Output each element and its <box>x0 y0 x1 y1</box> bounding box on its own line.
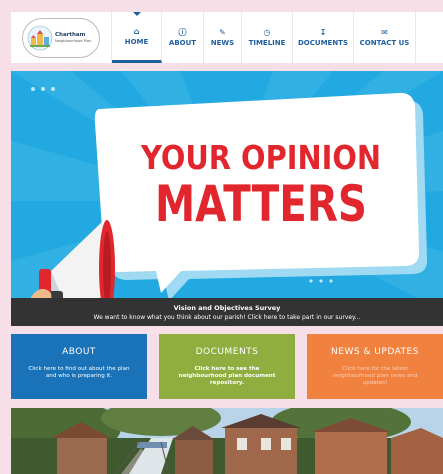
logo-name: Chartham <box>55 31 86 38</box>
site-logo-link[interactable]: Chartham Neighbourhood Plan <box>11 12 112 63</box>
tile-title: NEWS & UPDATES <box>331 347 419 357</box>
nav-label: HOME <box>124 37 149 46</box>
nav-timeline[interactable]: ◷ TIMELINE <box>242 12 293 63</box>
tile-title: ABOUT <box>62 347 96 357</box>
tile-title: DOCUMENTS <box>195 347 259 357</box>
your-opinion-matters-illustration: YOUR OPINION MATTERS <box>11 71 443 322</box>
tile-description: Click here to find out about the plan an… <box>28 366 130 379</box>
headline-line-2: MATTERS <box>155 175 367 233</box>
village-photo <box>11 408 443 474</box>
nav-home[interactable]: ⌂ HOME <box>112 12 162 63</box>
logo-subtitle: Neighbourhood Plan <box>55 38 92 43</box>
envelope-icon: ✉ <box>381 28 388 37</box>
tile-description: Click here to see the neighbourhood plan… <box>178 366 276 386</box>
info-icon: ⓘ <box>178 28 187 37</box>
site-header: Chartham Neighbourhood Plan ⌂ HOME ⓘ ABO… <box>11 12 443 63</box>
site-logo: Chartham Neighbourhood Plan <box>22 17 100 58</box>
nav-about[interactable]: ⓘ ABOUT <box>162 12 204 63</box>
hero-banner[interactable]: YOUR OPINION MATTERS <box>11 71 443 326</box>
nav-label: TIMELINE <box>248 39 286 47</box>
headline-line-1: YOUR OPINION <box>140 138 381 177</box>
nav-contact-us[interactable]: ✉ CONTACT US <box>354 12 416 63</box>
news-updates-tile[interactable]: NEWS & UPDATES Click here for the latest… <box>307 334 443 399</box>
hero-caption-bar[interactable] <box>11 298 443 326</box>
download-icon: ↧ <box>319 28 327 37</box>
clock-icon: ◷ <box>263 28 271 37</box>
nav-label: ABOUT <box>168 39 197 47</box>
nav-label: CONTACT US <box>359 39 410 47</box>
village-logo-icon <box>27 25 53 50</box>
hero-caption-title: Vision and Objectives Survey <box>173 304 281 312</box>
home-icon: ⌂ <box>133 26 140 36</box>
pencil-icon: ✎ <box>219 28 226 37</box>
nav-label: DOCUMENTS <box>297 39 348 47</box>
nav-news[interactable]: ✎ NEWS <box>204 12 242 63</box>
nav-label: NEWS <box>210 39 235 47</box>
about-tile[interactable]: ABOUT Click here to find out about the p… <box>11 334 147 399</box>
hero-caption-text: We want to know what you think about our… <box>93 314 361 321</box>
documents-tile[interactable]: DOCUMENTS Click here to see the neighbou… <box>159 334 295 399</box>
railway-village-photo <box>11 408 443 474</box>
main-nav: ⌂ HOME ⓘ ABOUT ✎ NEWS ◷ TIMELINE ↧ DOCUM… <box>112 12 416 63</box>
tile-description: Click here for the latest neighbourhood … <box>332 366 418 386</box>
nav-documents[interactable]: ↧ DOCUMENTS <box>293 12 354 63</box>
